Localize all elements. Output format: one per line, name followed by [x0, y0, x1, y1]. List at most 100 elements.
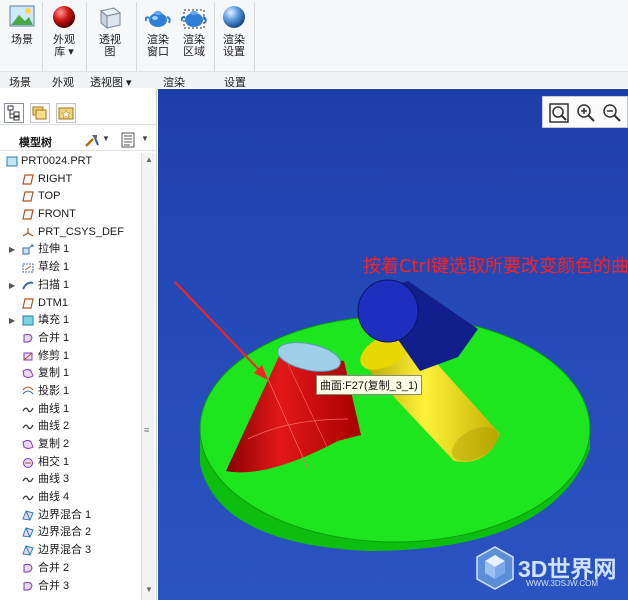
tab-model-tree[interactable]: [4, 103, 24, 123]
tree-item[interactable]: 曲线 4: [0, 489, 140, 507]
zoom-out-icon[interactable]: [601, 102, 623, 124]
tree-scrollbar[interactable]: ▲ ≡ ▼: [141, 153, 155, 600]
boundary-blend-icon: [22, 545, 34, 556]
tree-item[interactable]: 边界混合 3: [0, 542, 140, 560]
scene-button[interactable]: 场景: [4, 4, 40, 68]
scene-icon: [9, 5, 35, 27]
curve-icon: [22, 474, 34, 485]
tree-item[interactable]: 曲线 3: [0, 471, 140, 489]
tree-item-label: 曲线 3: [38, 473, 70, 486]
tree-item[interactable]: ▶ 填充 1: [0, 312, 140, 330]
group-label-appearance: 外观: [52, 77, 74, 89]
tree-item-label: 曲线 4: [38, 491, 70, 504]
merge-icon: [22, 333, 34, 344]
tab-favorites[interactable]: [56, 103, 76, 123]
tree-item-label: 拉伸 1: [38, 243, 70, 256]
tree-item-label: 边界混合 2: [38, 526, 92, 539]
tree-item[interactable]: 合并 2: [0, 560, 140, 578]
tree-item[interactable]: DTM1: [0, 295, 140, 313]
curve-icon: [22, 421, 34, 432]
model-tree-tab-icon: [7, 105, 20, 121]
curve-icon: [22, 404, 34, 415]
navigator-panel: 模型树 ▼ ▼ PRT0024.PRT RIGHT TOP FRONT PRT_CSYS…: [0, 89, 157, 600]
graphics-viewport[interactable]: 按着Ctrl键选取所要改变颜色的曲面 曲面:F27(复制_3_1) 3D世界网 …: [158, 89, 628, 600]
tree-item-label: PRT0024.PRT: [21, 155, 93, 167]
tree-item-label: 曲线 1: [38, 402, 70, 415]
curve-icon: [22, 492, 34, 503]
perspective-view-button[interactable]: 透视 图: [92, 4, 128, 68]
tree-item[interactable]: 修剪 1: [0, 348, 140, 366]
perspective-view-label: 透视 图: [99, 34, 121, 58]
datum-plane-icon: [22, 174, 34, 185]
tree-item[interactable]: PRT0024.PRT: [0, 153, 140, 171]
tree-item-label: 复制 2: [38, 438, 70, 450]
tree-settings-dropdown-icon[interactable]: ▼: [102, 134, 110, 143]
tree-item[interactable]: 边界混合 1: [0, 507, 140, 525]
sweep-icon: [22, 280, 34, 291]
group-label-perspective[interactable]: 透视图 ▾: [90, 74, 132, 90]
tree-item-label: 合并 1: [38, 331, 70, 344]
appearance-gallery-button[interactable]: 外观 库 ▾: [46, 4, 82, 68]
tree-item[interactable]: RIGHT: [0, 171, 140, 189]
merge-icon: [22, 581, 34, 592]
tree-item[interactable]: 复制 1: [0, 365, 140, 383]
zoom-in-icon[interactable]: [575, 102, 597, 124]
group-label-setup: 设置: [224, 77, 246, 89]
scroll-up-arrow-icon[interactable]: ▲: [145, 155, 153, 164]
render-setup-sphere-icon: [223, 6, 245, 28]
datum-plane-icon: [22, 297, 34, 309]
annotation-arrow: [174, 281, 268, 380]
tree-item-label: 合并 3: [38, 579, 70, 592]
sketch-icon: [22, 262, 34, 273]
tree-item[interactable]: ▶ 扫描 1: [0, 277, 140, 295]
tree-item[interactable]: ▶ 拉伸 1: [0, 241, 140, 259]
tree-item[interactable]: 曲线 1: [0, 401, 140, 419]
render-setup-button[interactable]: 渲染 设置: [216, 4, 252, 68]
tree-item[interactable]: FRONT: [0, 206, 140, 224]
tree-item[interactable]: 边界混合 2: [0, 524, 140, 542]
tree-item[interactable]: 草绘 1: [0, 259, 140, 277]
tree-settings-icon[interactable]: [84, 132, 100, 148]
tree-item[interactable]: 投影 1: [0, 383, 140, 401]
appearance-sphere-icon: [53, 6, 75, 28]
tree-columns-icon[interactable]: [120, 132, 136, 148]
tree-item-label: 草绘 1: [38, 261, 70, 274]
csys-icon: [22, 227, 34, 238]
datum-plane-icon: [22, 209, 34, 220]
tree-item[interactable]: 曲线 2: [0, 418, 140, 436]
merge-icon: [22, 563, 34, 574]
copy-icon: [22, 439, 34, 450]
tree-item[interactable]: 合并 1: [0, 330, 140, 348]
tree-item[interactable]: PRT_CSYS_DEF: [0, 224, 140, 242]
tree-item-label: 边界混合 1: [38, 508, 92, 521]
tree-item[interactable]: 合并 3: [0, 578, 140, 596]
tree-columns-dropdown-icon[interactable]: ▼: [141, 134, 149, 143]
refit-icon[interactable]: [548, 102, 570, 124]
tab-layers[interactable]: [30, 103, 50, 123]
tree-item[interactable]: 相交 1: [0, 454, 140, 472]
scroll-down-arrow-icon[interactable]: ▼: [145, 585, 153, 594]
expand-arrow-icon[interactable]: ▶: [9, 277, 15, 294]
expand-arrow-icon[interactable]: ▶: [9, 241, 15, 258]
view-toolbar: [542, 96, 628, 128]
tree-item-label: 投影 1: [38, 384, 70, 397]
expand-arrow-icon[interactable]: ▶: [9, 312, 15, 329]
datum-plane-icon: [22, 191, 34, 202]
folder-star-icon: [58, 107, 74, 120]
tree-item-label: 合并 2: [38, 561, 70, 574]
boundary-blend-icon: [22, 510, 34, 521]
extrude-icon: [22, 244, 34, 255]
navigator-tabs: [0, 89, 157, 125]
tree-item[interactable]: 复制 2: [0, 436, 140, 454]
group-label-render: 渲染: [163, 77, 185, 89]
tree-item[interactable]: TOP: [0, 188, 140, 206]
scroll-grip-icon[interactable]: ≡: [144, 425, 149, 435]
render-region-button[interactable]: 渲染 区域: [176, 4, 212, 68]
watermark-url: WWW.3DSJW.COM: [526, 579, 598, 588]
tree-item-label: RIGHT: [38, 172, 73, 185]
trim-icon: [22, 351, 34, 362]
teapot-icon: [145, 11, 171, 27]
3d-model-scene[interactable]: [158, 89, 628, 600]
fill-icon: [22, 315, 34, 326]
render-window-button[interactable]: 渲染 窗口: [140, 4, 176, 68]
